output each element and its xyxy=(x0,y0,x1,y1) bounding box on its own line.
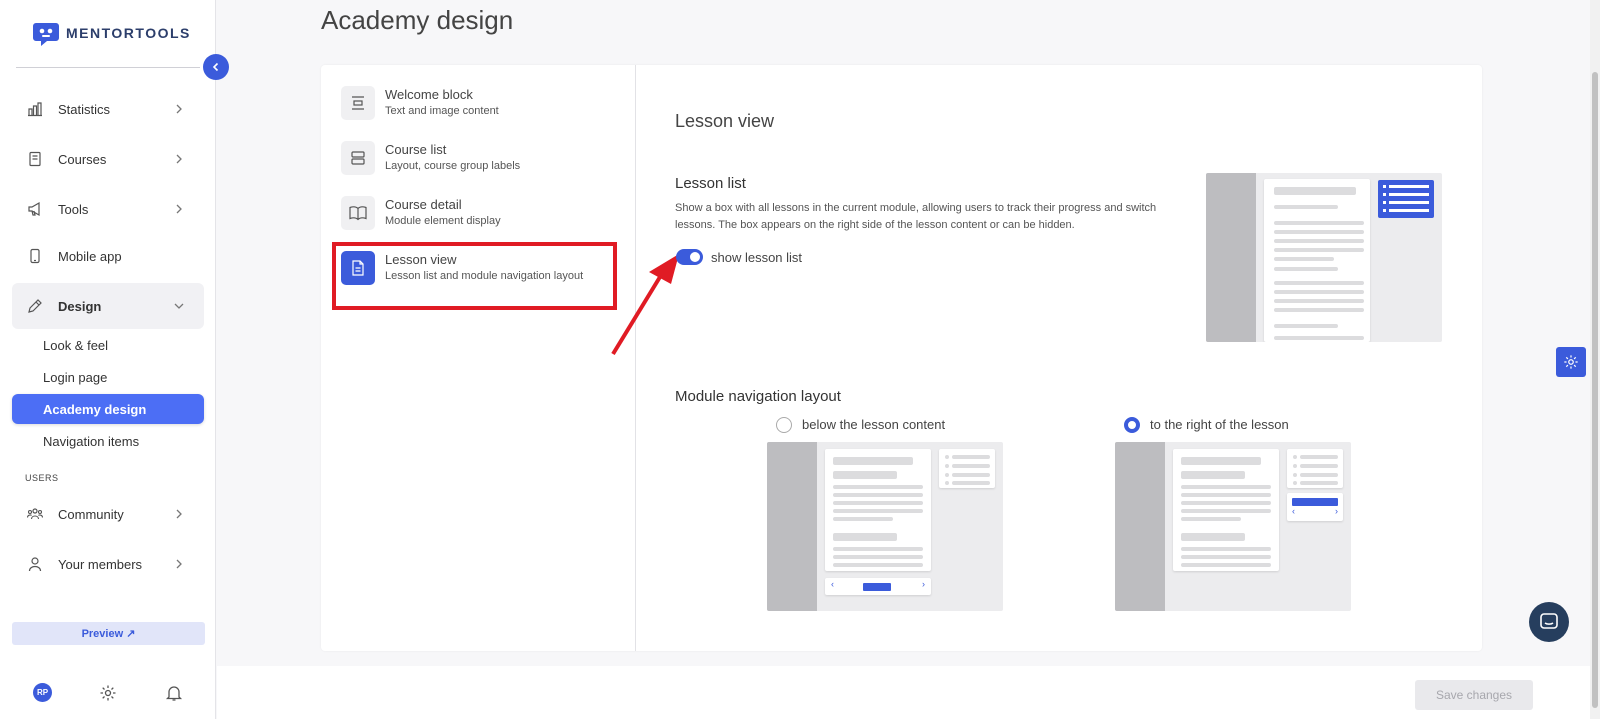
menu-item-course-list[interactable]: Course list Layout, course group labels xyxy=(341,137,621,179)
sidebar-item-label: Your members xyxy=(58,556,143,572)
lesson-list-description: Show a box with all lessons in the curre… xyxy=(675,202,1157,231)
lesson-list-illustration xyxy=(1206,173,1442,342)
arrow-annotation-icon xyxy=(611,254,679,356)
robot-logo-icon xyxy=(33,23,59,46)
sidebar-item-mobile-app[interactable]: Mobile app xyxy=(12,233,204,279)
align-center-icon xyxy=(341,86,375,120)
brand-name: MENTORTOOLS xyxy=(66,25,191,41)
megaphone-icon xyxy=(26,200,44,218)
menu-item-subtitle: Text and image content xyxy=(385,105,499,117)
scrollbar-thumb[interactable] xyxy=(1592,72,1598,708)
sidebar-item-label: Community xyxy=(58,506,124,522)
menu-item-course-detail[interactable]: Course detail Module element display xyxy=(341,192,621,234)
chat-icon xyxy=(1540,613,1558,629)
menu-item-subtitle: Module element display xyxy=(385,215,501,227)
radio-below-lesson-label: below the lesson content xyxy=(802,417,946,432)
sidebar-item-courses[interactable]: Courses xyxy=(12,136,204,182)
chevron-down-icon xyxy=(174,303,184,309)
radio-right-of-lesson-label: to the right of the lesson xyxy=(1150,417,1289,432)
user-icon xyxy=(26,555,44,573)
menu-item-title: Welcome block xyxy=(385,87,473,102)
radio-below-lesson[interactable] xyxy=(776,417,792,433)
menu-item-title: Course list xyxy=(385,142,447,157)
sidebar-item-label: Tools xyxy=(58,201,89,217)
menu-item-subtitle: Layout, course group labels xyxy=(385,160,521,172)
bell-icon[interactable] xyxy=(165,684,183,702)
sidebar-divider xyxy=(16,67,200,68)
sidebar-item-statistics[interactable]: Statistics xyxy=(12,86,204,132)
module-nav-title: Module navigation layout xyxy=(675,388,841,405)
scrollbar[interactable] xyxy=(1590,0,1600,719)
pencil-icon xyxy=(26,297,44,315)
rows-icon xyxy=(341,141,375,175)
nav-right-illustration: ‹ › xyxy=(1115,442,1351,611)
sidebar-item-label: Courses xyxy=(58,151,107,167)
sidebar-subitem-login-page[interactable]: Login page xyxy=(12,362,204,392)
settings-float-button[interactable] xyxy=(1556,347,1586,377)
collapse-sidebar-button[interactable] xyxy=(203,54,229,80)
sidebar-item-community[interactable]: Community xyxy=(12,491,204,537)
chevron-right-icon xyxy=(176,154,182,164)
chevron-right-icon xyxy=(176,104,182,114)
page-title: Academy design xyxy=(321,5,514,35)
sidebar-item-label: Design xyxy=(58,298,102,314)
panel-heading: Lesson view xyxy=(675,111,775,131)
sidebar: MENTORTOOLS Statistics Courses Tools Mob… xyxy=(0,0,216,719)
sidebar-item-your-members[interactable]: Your members xyxy=(12,541,204,587)
open-book-icon xyxy=(341,196,375,230)
chevron-right-icon xyxy=(176,509,182,519)
chevron-left-icon xyxy=(212,62,219,72)
chevron-right-icon xyxy=(176,204,182,214)
mobile-icon xyxy=(26,247,44,265)
chat-button[interactable] xyxy=(1529,602,1569,642)
avatar[interactable]: RP xyxy=(33,683,52,702)
save-changes-button[interactable]: Save changes xyxy=(1415,680,1533,710)
nav-below-illustration: ‹ › xyxy=(767,442,1003,611)
sidebar-subitem-navigation-items[interactable]: Navigation items xyxy=(12,426,204,456)
highlight-annotation-box xyxy=(332,242,617,310)
gear-icon[interactable] xyxy=(99,684,117,702)
chevron-right-icon xyxy=(176,559,182,569)
gear-icon xyxy=(1564,355,1578,369)
lesson-list-toggle[interactable] xyxy=(676,249,703,265)
preview-button[interactable]: Preview ↗ xyxy=(12,622,205,645)
sidebar-subitem-academy-design[interactable]: Academy design xyxy=(12,394,204,424)
sidebar-item-tools[interactable]: Tools xyxy=(12,186,204,232)
menu-item-title: Course detail xyxy=(385,197,462,212)
sidebar-subitem-look-feel[interactable]: Look & feel xyxy=(12,330,204,360)
sidebar-footer: RP xyxy=(33,683,183,703)
card-divider xyxy=(635,65,636,651)
book-icon xyxy=(26,150,44,168)
bar-chart-icon xyxy=(26,100,44,118)
sidebar-item-label: Statistics xyxy=(58,101,111,117)
lesson-list-toggle-label: show lesson list xyxy=(711,250,803,265)
brand-logo[interactable]: MENTORTOOLS xyxy=(32,20,191,46)
menu-item-welcome-block[interactable]: Welcome block Text and image content xyxy=(341,82,621,124)
sidebar-item-label: Mobile app xyxy=(58,248,122,264)
lesson-list-title: Lesson list xyxy=(675,175,746,192)
bottom-action-bar xyxy=(217,666,1590,719)
section-label-users: USERS xyxy=(25,473,59,483)
people-icon xyxy=(26,505,44,523)
sidebar-item-design[interactable]: Design xyxy=(12,283,204,329)
radio-right-of-lesson[interactable] xyxy=(1124,417,1140,433)
